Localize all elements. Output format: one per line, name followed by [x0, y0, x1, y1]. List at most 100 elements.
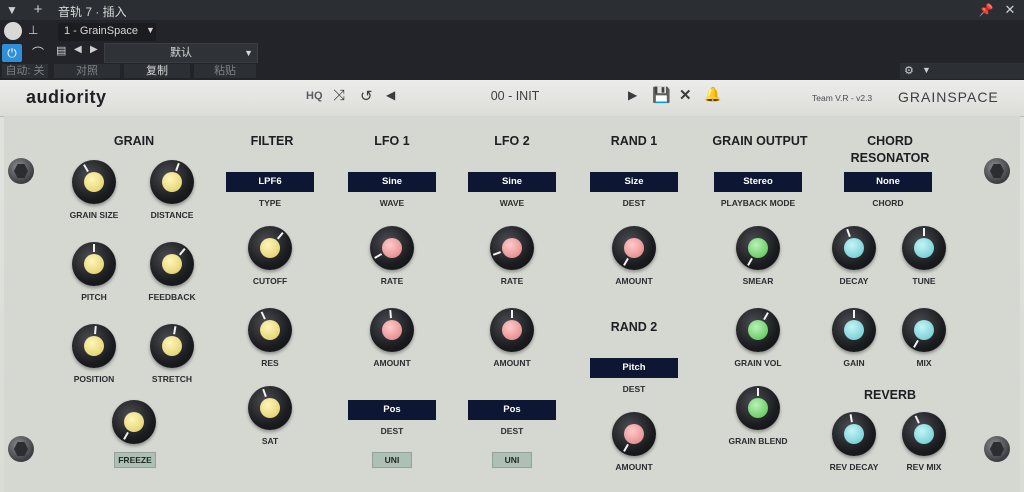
paste-button[interactable]: 粘贴: [194, 64, 256, 78]
preset-selector-value: 默认: [170, 47, 192, 59]
settings-menu[interactable]: ⚙ ▼: [900, 63, 1024, 79]
stretch-knob[interactable]: [150, 324, 194, 368]
copy-button[interactable]: 复制: [124, 64, 190, 78]
shuffle-icon[interactable]: ⤨: [333, 87, 345, 104]
lfo2-wave-select[interactable]: Sine: [468, 172, 556, 192]
res-knob[interactable]: [248, 308, 292, 352]
plugin-icon[interactable]: [4, 22, 22, 40]
rand1-amount-label: AMOUNT: [615, 276, 653, 286]
file-icon[interactable]: ▤: [56, 44, 70, 62]
rand1-dest-select[interactable]: Size: [590, 172, 678, 192]
position-knob[interactable]: [72, 324, 116, 368]
delete-icon[interactable]: ✕: [679, 86, 692, 104]
freeze-knob[interactable]: [112, 400, 156, 444]
lfo1-rate-knob[interactable]: [370, 226, 414, 270]
next-preset-icon[interactable]: ▶: [90, 44, 102, 62]
chord-select[interactable]: None: [844, 172, 932, 192]
settings-dropdown-icon: ▼: [922, 65, 931, 75]
cutoff-knob[interactable]: [248, 226, 292, 270]
rev-mix-label: REV MIX: [906, 462, 942, 472]
close-icon[interactable]: ✕: [1002, 2, 1018, 18]
lfo2-dest-label: DEST: [500, 426, 524, 436]
lfo2-rate-knob[interactable]: [490, 226, 534, 270]
feedback-knob[interactable]: [150, 242, 194, 286]
chord-label: CHORD: [872, 198, 904, 208]
control-panel: GRAIN GRAIN SIZE DISTANCE PITCH FEEDBACK…: [4, 116, 1020, 492]
menu-arrow-icon[interactable]: ▼: [4, 2, 20, 18]
automation-icon[interactable]: ⌒: [26, 44, 50, 62]
routing-icon[interactable]: ⊥: [28, 23, 48, 39]
rand1-amount-knob[interactable]: [612, 226, 656, 270]
pitch-knob[interactable]: [72, 242, 116, 286]
lfo1-rate-label: RATE: [380, 276, 404, 286]
mix-label: MIX: [916, 358, 932, 368]
bell-icon[interactable]: 🔔: [704, 86, 721, 103]
add-icon[interactable]: +: [30, 2, 46, 18]
grain-vol-knob[interactable]: [736, 308, 780, 352]
compare-button[interactable]: 对照: [54, 64, 120, 78]
rand2-amount-knob[interactable]: [612, 412, 656, 456]
mix-knob[interactable]: [902, 308, 946, 352]
smear-knob[interactable]: [736, 226, 780, 270]
lfo1-amount-label: AMOUNT: [373, 358, 411, 368]
lfo2-uni-button[interactable]: UNI: [492, 452, 532, 468]
distance-label: DISTANCE: [150, 210, 194, 220]
screw-top-left: [8, 158, 34, 184]
sat-knob[interactable]: [248, 386, 292, 430]
lfo2-title: LFO 2: [494, 134, 530, 148]
rand2-dest-label: DEST: [622, 384, 646, 394]
tune-label: TUNE: [912, 276, 936, 286]
filter-type-select[interactable]: LPF6: [226, 172, 314, 192]
preset-selector[interactable]: 默认 ▼: [104, 43, 258, 63]
playback-mode-select[interactable]: Stereo: [714, 172, 802, 192]
decay-knob[interactable]: [832, 226, 876, 270]
grain-blend-label: GRAIN BLEND: [728, 436, 788, 446]
tune-knob[interactable]: [902, 226, 946, 270]
rev-decay-knob[interactable]: [832, 412, 876, 456]
auto-toggle[interactable]: 自动: 关: [2, 64, 48, 78]
prev-preset-icon[interactable]: ◀: [386, 88, 395, 102]
filter-title: FILTER: [250, 134, 294, 148]
product-logo: GRAINSPACE: [898, 89, 999, 105]
grain-size-knob[interactable]: [72, 160, 116, 204]
lfo1-title: LFO 1: [374, 134, 410, 148]
preset-tab[interactable]: 1 - GrainSpace ▼: [58, 23, 156, 41]
pin-icon[interactable]: 📌: [978, 2, 994, 18]
reverb-title: REVERB: [863, 388, 917, 402]
hq-toggle[interactable]: HQ: [306, 90, 323, 102]
auto-toggle-label: 自动: 关: [5, 65, 45, 77]
undo-icon[interactable]: ↺: [360, 87, 373, 105]
host-title-bar: ▼ + 音轨 7 · 插入 📌 ✕: [0, 0, 1024, 20]
lfo2-uni-label: UNI: [504, 455, 520, 465]
preset-display[interactable]: 00 - INIT: [410, 89, 620, 103]
gain-knob[interactable]: [832, 308, 876, 352]
lfo2-amount-knob[interactable]: [490, 308, 534, 352]
cutoff-label: CUTOFF: [252, 276, 288, 286]
lfo2-dest-select[interactable]: Pos: [468, 400, 556, 420]
grain-output-title: GRAIN OUTPUT: [712, 134, 808, 148]
grain-blend-knob[interactable]: [736, 386, 780, 430]
prev-preset-icon[interactable]: ◀: [74, 44, 86, 62]
gear-icon: ⚙: [904, 65, 914, 77]
plugin-window: audiority HQ ⤨ ↺ ◀ 00 - INIT ▶ 💾 ✕ 🔔 Tea…: [0, 80, 1024, 492]
grain-vol-label: GRAIN VOL: [734, 358, 782, 368]
lfo1-amount-knob[interactable]: [370, 308, 414, 352]
power-button[interactable]: ⏻: [2, 44, 22, 62]
lfo1-wave-label: WAVE: [379, 198, 405, 208]
lfo1-dest-select[interactable]: Pos: [348, 400, 436, 420]
rev-mix-knob[interactable]: [902, 412, 946, 456]
lfo1-uni-button[interactable]: UNI: [372, 452, 412, 468]
paste-label: 粘贴: [214, 65, 236, 77]
save-icon[interactable]: 💾: [652, 86, 671, 104]
sat-label: SAT: [261, 436, 279, 446]
lfo1-wave-select[interactable]: Sine: [348, 172, 436, 192]
rand1-title: RAND 1: [610, 134, 658, 148]
rand2-dest-select[interactable]: Pitch: [590, 358, 678, 378]
res-label: RES: [261, 358, 279, 368]
distance-knob[interactable]: [150, 160, 194, 204]
lfo2-rate-label: RATE: [500, 276, 524, 286]
freeze-button[interactable]: FREEZE: [114, 452, 156, 468]
preset-tab-label: 1 - GrainSpace: [64, 25, 138, 37]
preset-tab-dropdown-icon[interactable]: ▼: [146, 25, 155, 35]
next-preset-icon[interactable]: ▶: [628, 88, 637, 102]
